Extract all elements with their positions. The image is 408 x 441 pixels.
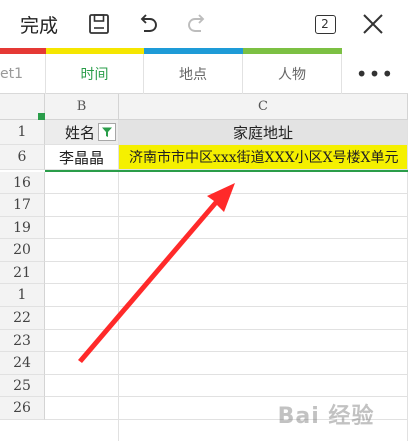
row-header[interactable]: 20 <box>0 239 45 262</box>
row-header[interactable]: 1 <box>0 284 45 307</box>
tab-label: 人物 <box>278 67 306 83</box>
more-icon[interactable]: ••• <box>342 54 408 94</box>
row-header[interactable]: 21 <box>0 262 45 284</box>
row-header[interactable]: 22 <box>0 307 45 330</box>
tab-location[interactable]: 地点 <box>144 54 243 94</box>
empty-cell[interactable] <box>119 172 408 194</box>
row-header[interactable]: 23 <box>0 330 45 352</box>
empty-cell[interactable] <box>45 330 119 352</box>
empty-cell[interactable] <box>45 284 119 307</box>
empty-cell[interactable] <box>45 420 119 441</box>
tab-people[interactable]: 人物 <box>243 54 342 94</box>
tab-label: et1 <box>0 66 24 82</box>
tab-label: 时间 <box>80 67 109 83</box>
row-header[interactable]: 6 <box>0 145 45 170</box>
done-button[interactable]: 完成 <box>20 11 58 38</box>
save-icon[interactable] <box>83 8 115 40</box>
empty-cell[interactable] <box>45 262 119 284</box>
spreadsheet-grid: B C 1 6 16 17 19 20 21 1 22 23 24 25 26 … <box>0 94 408 441</box>
empty-cell[interactable] <box>45 375 119 397</box>
column-header-c[interactable]: C <box>119 94 408 120</box>
undo-icon[interactable] <box>132 8 164 40</box>
empty-cell[interactable] <box>119 352 408 375</box>
empty-cell[interactable] <box>45 172 119 194</box>
filter-icon[interactable] <box>98 123 116 141</box>
cell-b1[interactable]: 姓名 <box>45 120 119 145</box>
column-header-b[interactable]: B <box>45 94 119 120</box>
empty-cell[interactable] <box>45 307 119 330</box>
baidu-watermark: Bai 经验 <box>277 404 375 429</box>
row-header[interactable]: 1 <box>0 120 45 145</box>
empty-cell[interactable] <box>45 217 119 239</box>
empty-cell[interactable] <box>119 239 408 262</box>
row-header[interactable]: 16 <box>0 172 45 194</box>
row-header[interactable]: 17 <box>0 194 45 217</box>
empty-cell[interactable] <box>119 194 408 217</box>
tab-label: 地点 <box>179 67 207 83</box>
empty-cell[interactable] <box>45 194 119 217</box>
tab-time[interactable]: 时间 <box>46 54 144 94</box>
header-name-label: 姓名 <box>65 123 96 142</box>
empty-cell[interactable] <box>45 397 119 420</box>
empty-cell[interactable] <box>119 307 408 330</box>
empty-cell[interactable] <box>45 239 119 262</box>
row-header[interactable]: 24 <box>0 352 45 375</box>
row-header[interactable]: 26 <box>0 397 45 420</box>
sheet-tabs: et1 时间 地点 人物 ••• <box>0 54 408 94</box>
row-header[interactable]: 25 <box>0 375 45 397</box>
tab-sheet1[interactable]: et1 <box>0 54 46 94</box>
cell-b6[interactable]: 李晶晶 <box>45 145 119 170</box>
page-switch-button[interactable]: 2 <box>309 8 341 40</box>
empty-cell[interactable] <box>119 330 408 352</box>
close-icon[interactable] <box>357 8 389 40</box>
empty-cell[interactable] <box>119 284 408 307</box>
empty-cell[interactable] <box>119 217 408 239</box>
empty-cell[interactable] <box>45 352 119 375</box>
page-count: 2 <box>314 14 336 34</box>
empty-cell[interactable] <box>119 262 408 284</box>
cell-c6[interactable]: 济南市市中区xxx街道XXX小区X号楼X单元 <box>119 145 408 170</box>
row-header[interactable]: 19 <box>0 217 45 239</box>
header-address-label: 家庭地址 <box>232 123 293 142</box>
cell-c1[interactable]: 家庭地址 <box>119 120 408 145</box>
redo-icon[interactable] <box>181 8 213 40</box>
toolbar: 完成 2 <box>0 0 408 48</box>
